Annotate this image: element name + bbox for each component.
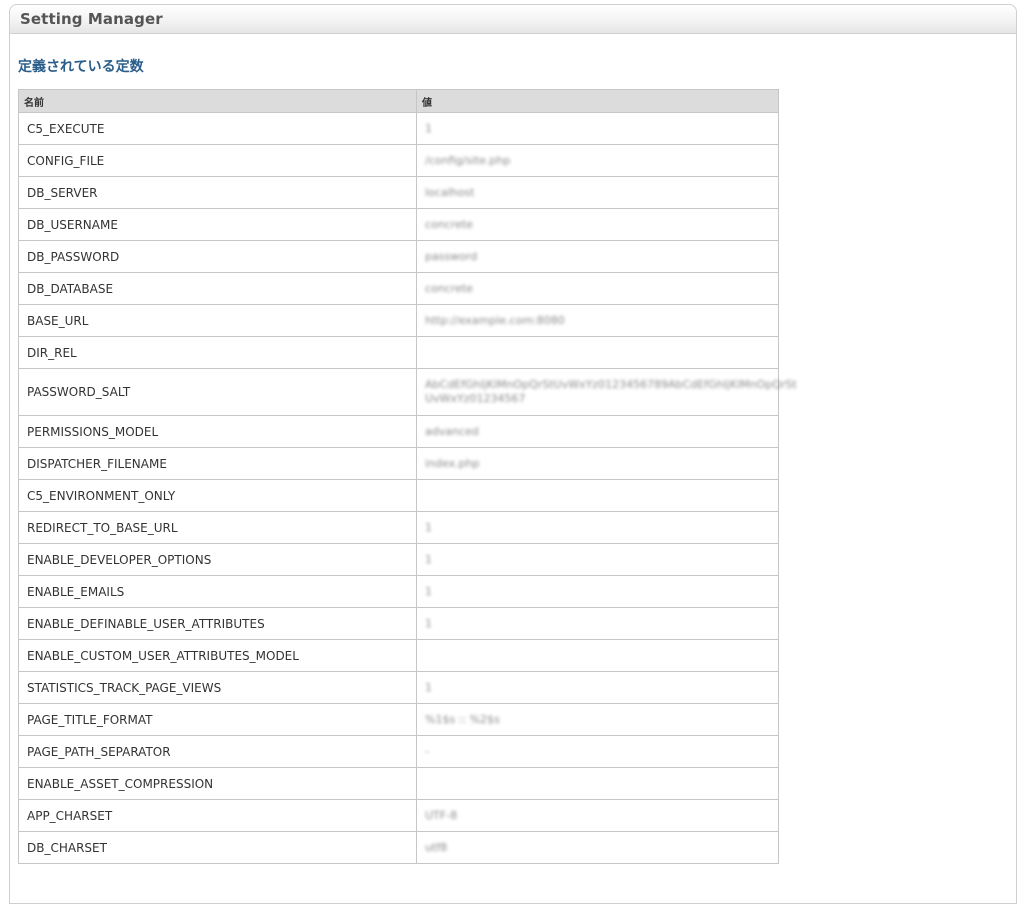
constant-name: PAGE_PATH_SEPARATOR bbox=[18, 735, 417, 768]
table-row: ENABLE_DEVELOPER_OPTIONS 1 bbox=[18, 543, 779, 576]
table-header-row: 名前 値 bbox=[18, 89, 779, 113]
constant-value: utf8 bbox=[425, 841, 448, 854]
constant-name: C5_ENVIRONMENT_ONLY bbox=[18, 479, 417, 512]
table-row: DISPATCHER_FILENAME index.php bbox=[18, 447, 779, 480]
constant-value: http://example.com:8080 bbox=[425, 314, 565, 327]
constant-name: DISPATCHER_FILENAME bbox=[18, 447, 417, 480]
constant-value-cell: 1 bbox=[416, 607, 779, 640]
constant-name: ENABLE_CUSTOM_USER_ATTRIBUTES_MODEL bbox=[18, 639, 417, 672]
constants-table: 名前 値 C5_EXECUTE 1 CONFIG_FILE/config/site.… bbox=[18, 89, 797, 864]
constant-name: PERMISSIONS_MODEL bbox=[18, 415, 417, 448]
table-row: PAGE_PATH_SEPARATOR - bbox=[18, 735, 779, 768]
panel-title: Setting Manager bbox=[20, 10, 163, 28]
constant-value: localhost bbox=[425, 186, 475, 199]
table-row: PASSWORD_SALT AbCdEfGhIjKlMnOpQrStUvWxYz0… bbox=[18, 368, 797, 416]
constant-value-cell: /config/site.php bbox=[416, 144, 779, 177]
constant-name: CONFIG_FILE bbox=[18, 144, 417, 177]
constant-value-cell bbox=[416, 479, 779, 512]
constant-value-cell: UTF-8 bbox=[416, 799, 779, 832]
constant-name: C5_EXECUTE bbox=[18, 112, 417, 145]
constant-value: 1 bbox=[425, 553, 432, 566]
constant-value-cell: 1 bbox=[416, 543, 779, 576]
constant-name: PASSWORD_SALT bbox=[18, 368, 417, 416]
constant-value-cell: utf8 bbox=[416, 831, 779, 864]
constant-name: STATISTICS_TRACK_PAGE_VIEWS bbox=[18, 671, 417, 704]
constant-value-cell: 1 bbox=[416, 112, 779, 145]
table-row: ENABLE_DEFINABLE_USER_ATTRIBUTES 1 bbox=[18, 607, 779, 640]
table-row: PERMISSIONS_MODEL advanced bbox=[18, 415, 779, 448]
constant-value: UTF-8 bbox=[425, 809, 458, 822]
constant-value: concrete bbox=[425, 282, 473, 295]
constant-value: 1 bbox=[425, 681, 432, 694]
constant-value-cell: 1 bbox=[416, 671, 779, 704]
table-row: DB_CHARSET utf8 bbox=[18, 831, 779, 864]
constant-value-cell bbox=[416, 767, 779, 800]
constant-name: DB_PASSWORD bbox=[18, 240, 417, 273]
table-row: APP_CHARSET UTF-8 bbox=[18, 799, 779, 832]
constant-value-cell: - bbox=[416, 735, 779, 768]
column-header-value: 値 bbox=[416, 89, 779, 113]
constant-value: 1 bbox=[425, 617, 432, 630]
constant-name: ENABLE_EMAILS bbox=[18, 575, 417, 608]
constant-value-cell: advanced bbox=[416, 415, 779, 448]
constant-name: APP_CHARSET bbox=[18, 799, 417, 832]
constant-name: DB_CHARSET bbox=[18, 831, 417, 864]
constant-name: DB_DATABASE bbox=[18, 272, 417, 305]
table-row: DB_DATABASE concrete bbox=[18, 272, 779, 305]
table-row: DB_USERNAME concrete bbox=[18, 208, 779, 241]
table-body: C5_EXECUTE 1 CONFIG_FILE/config/site.php DB… bbox=[18, 112, 797, 864]
constant-value: - bbox=[425, 745, 429, 758]
constant-value: password bbox=[425, 250, 478, 263]
constant-value-cell: concrete bbox=[416, 272, 779, 305]
table-row: ENABLE_EMAILS 1 bbox=[18, 575, 779, 608]
constant-name: DB_USERNAME bbox=[18, 208, 417, 241]
section-title: 定義されている定数 bbox=[18, 59, 144, 75]
constant-value-cell: localhost bbox=[416, 176, 779, 209]
table-row: C5_EXECUTE 1 bbox=[18, 112, 779, 145]
table-row: REDIRECT_TO_BASE_URL 1 bbox=[18, 511, 779, 544]
constant-value: concrete bbox=[425, 218, 473, 231]
constant-value-cell bbox=[416, 639, 779, 672]
constant-value: 1 bbox=[425, 521, 432, 534]
constant-value-cell: index.php bbox=[416, 447, 779, 480]
constant-value-cell: password bbox=[416, 240, 779, 273]
constant-value-cell: concrete bbox=[416, 208, 779, 241]
constant-value: advanced bbox=[425, 425, 479, 438]
table-row: DIR_REL bbox=[18, 336, 779, 369]
constant-name: DB_SERVER bbox=[18, 176, 417, 209]
table-row: STATISTICS_TRACK_PAGE_VIEWS 1 bbox=[18, 671, 779, 704]
constant-value: %1$s :: %2$s bbox=[425, 713, 500, 726]
constant-value-cell: http://example.com:8080 bbox=[416, 304, 779, 337]
constant-value-cell bbox=[416, 336, 779, 369]
table-row: C5_ENVIRONMENT_ONLY bbox=[18, 479, 779, 512]
table-row: ENABLE_ASSET_COMPRESSION bbox=[18, 767, 779, 800]
table-row: PAGE_TITLE_FORMAT %1$s :: %2$s bbox=[18, 703, 779, 736]
table-row: CONFIG_FILE/config/site.php bbox=[18, 144, 779, 177]
panel-header: Setting Manager bbox=[10, 5, 1016, 34]
constant-value-cell: 1 bbox=[416, 511, 779, 544]
table-row: DB_PASSWORD password bbox=[18, 240, 779, 273]
constant-value: /config/site.php bbox=[425, 154, 511, 167]
constant-value: index.php bbox=[425, 457, 480, 470]
constant-name: ENABLE_ASSET_COMPRESSION bbox=[18, 767, 417, 800]
constant-value: 1 bbox=[425, 585, 432, 598]
constant-name: REDIRECT_TO_BASE_URL bbox=[18, 511, 417, 544]
constant-value-cell: AbCdEfGhIjKlMnOpQrStUvWxYz0123456789AbCd… bbox=[416, 368, 797, 416]
constant-value-cell: %1$s :: %2$s bbox=[416, 703, 779, 736]
constant-value-cell: 1 bbox=[416, 575, 779, 608]
table-row: ENABLE_CUSTOM_USER_ATTRIBUTES_MODEL bbox=[18, 639, 779, 672]
constant-name: ENABLE_DEVELOPER_OPTIONS bbox=[18, 543, 417, 576]
constant-value: 1 bbox=[425, 122, 432, 135]
constant-name: ENABLE_DEFINABLE_USER_ATTRIBUTES bbox=[18, 607, 417, 640]
column-header-name: 名前 bbox=[18, 89, 417, 113]
table-row: DB_SERVER localhost bbox=[18, 176, 779, 209]
constant-name: DIR_REL bbox=[18, 336, 417, 369]
table-row: BASE_URL http://example.com:8080 bbox=[18, 304, 779, 337]
constant-name: PAGE_TITLE_FORMAT bbox=[18, 703, 417, 736]
constant-name: BASE_URL bbox=[18, 304, 417, 337]
constant-value: AbCdEfGhIjKlMnOpQrStUvWxYz0123456789AbCd… bbox=[425, 378, 797, 405]
